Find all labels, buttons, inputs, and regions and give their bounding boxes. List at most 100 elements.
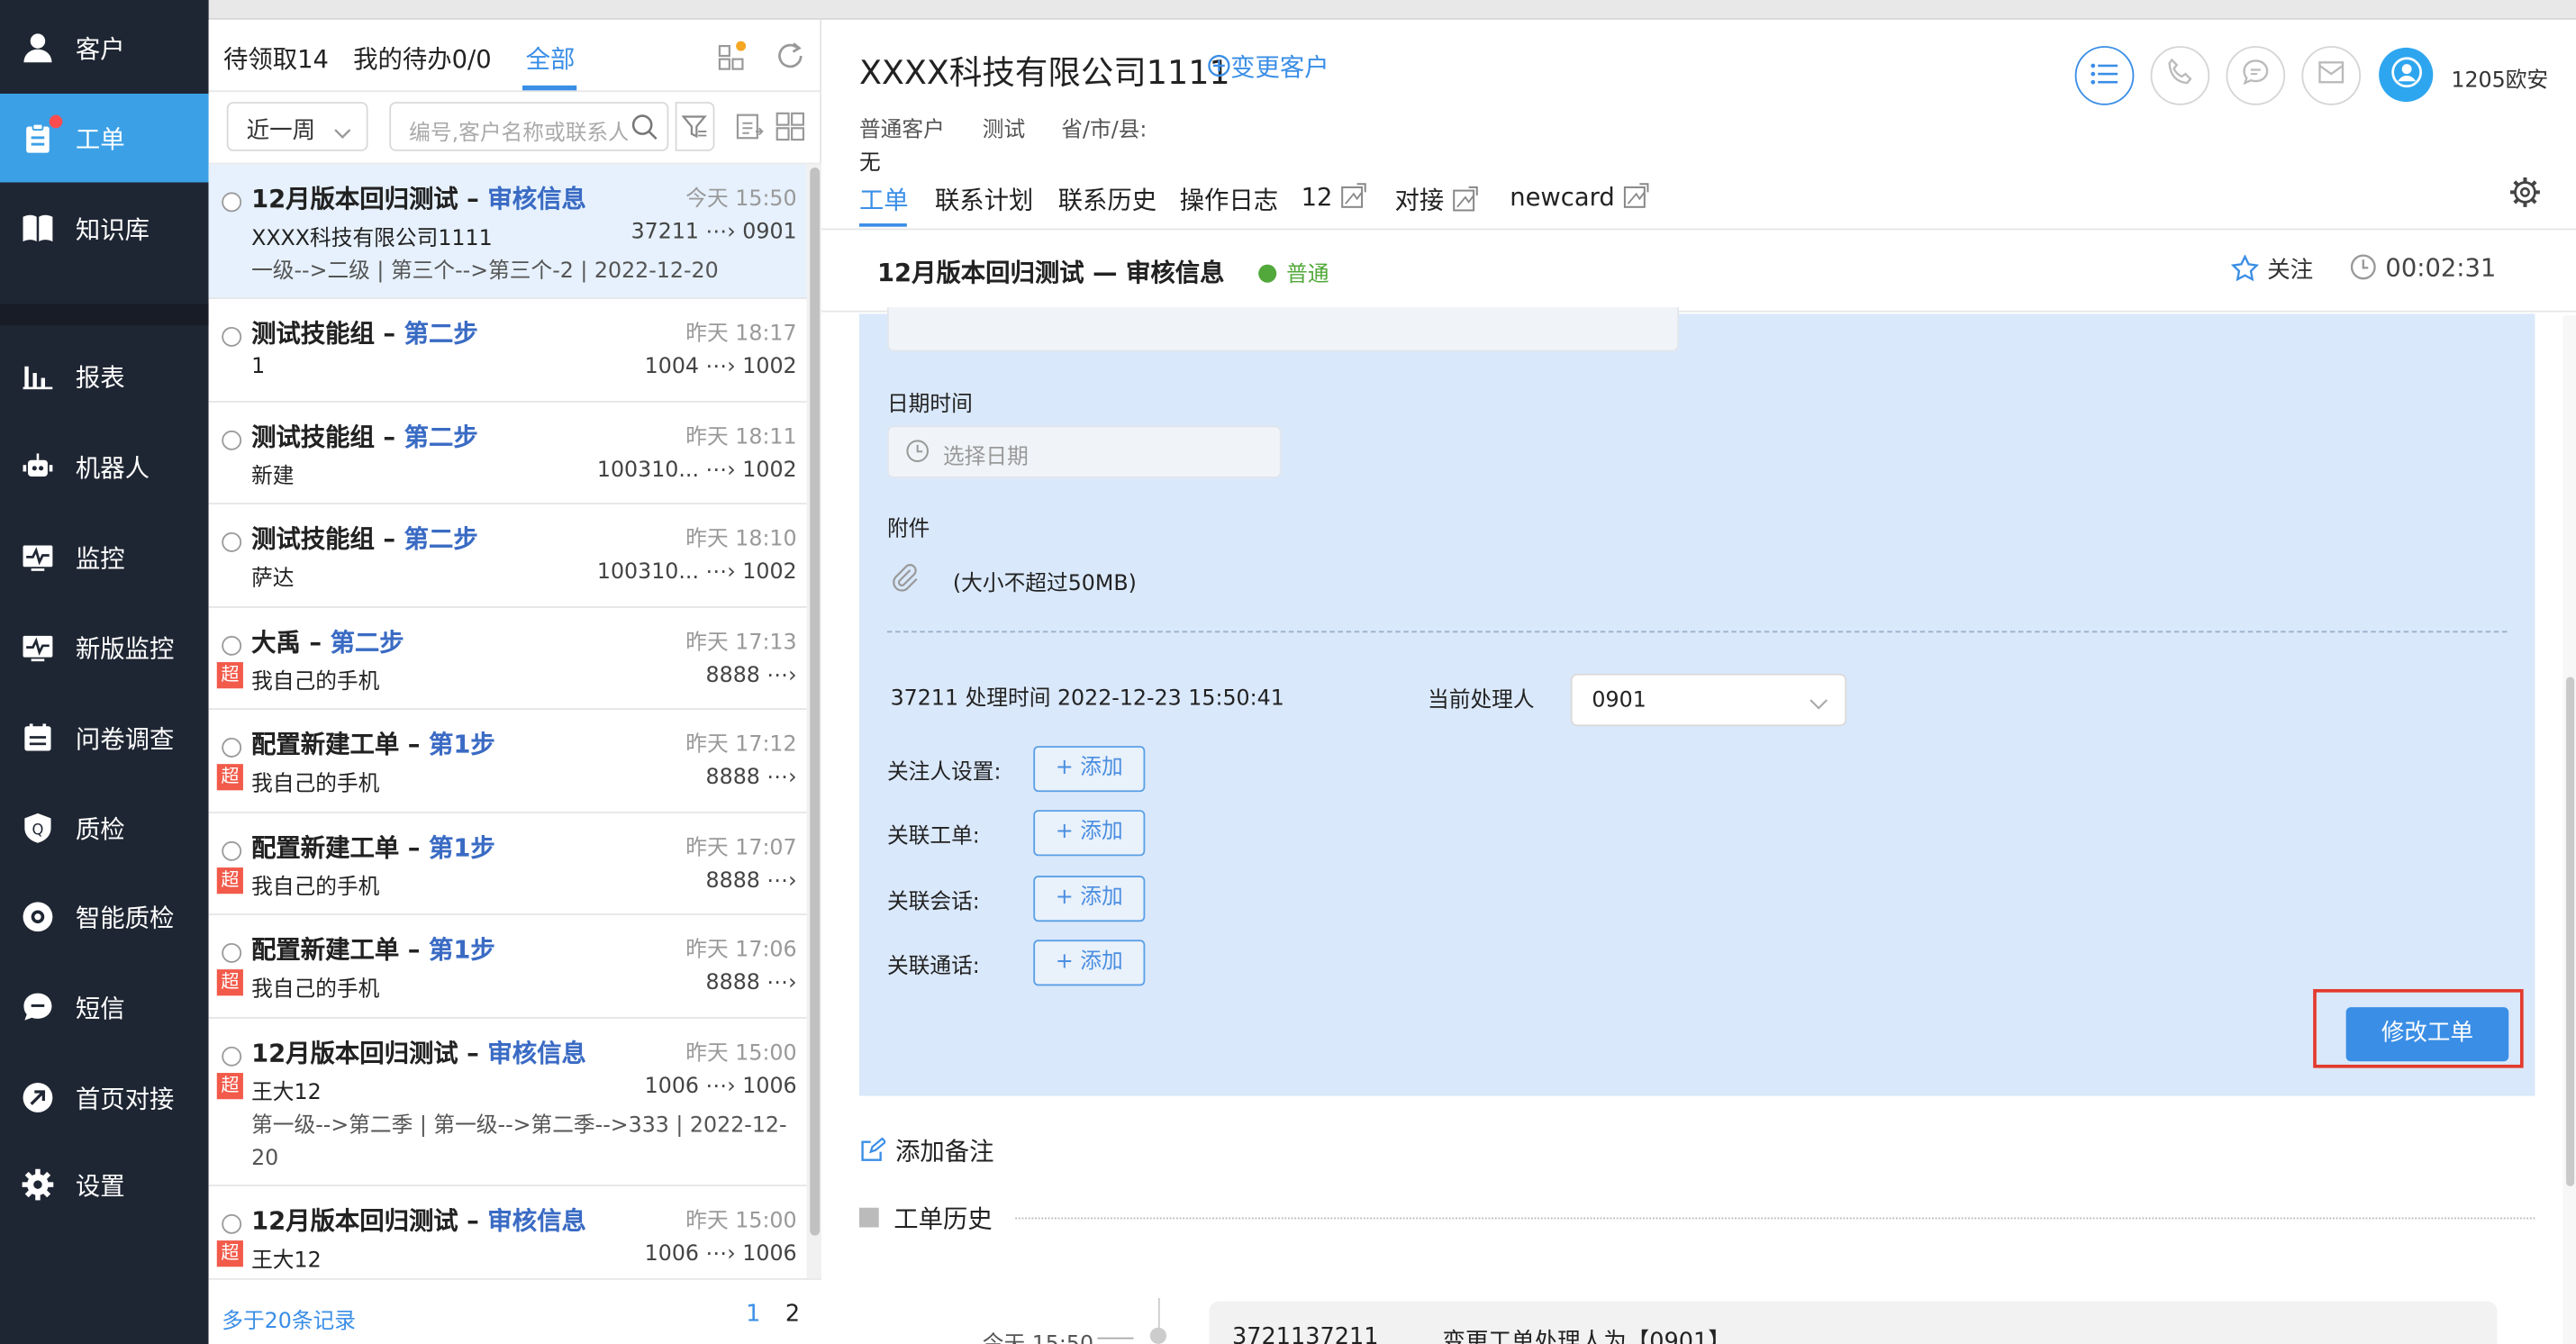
list-item[interactable]: 配置新建工单 – 第1步 昨天 17:07 超 我自己的手机 8888 ⋯› <box>208 813 807 915</box>
monitor-icon <box>0 513 76 601</box>
list-item[interactable]: 测试技能组 – 第二步 昨天 18:10 萨达 100310... ⋯› 100… <box>208 504 807 608</box>
clipboard-icon <box>0 94 76 182</box>
list-view-button[interactable] <box>2074 46 2135 105</box>
call-button[interactable] <box>2150 46 2210 105</box>
tab-integration[interactable]: 对接 <box>1395 182 1479 216</box>
tab-operation-log[interactable]: 操作日志 <box>1180 182 1278 216</box>
text-field[interactable] <box>886 307 1680 352</box>
add-follower-button[interactable]: + 添加 <box>1033 746 1146 793</box>
sidebar-item-customer[interactable]: 客户 <box>0 4 209 92</box>
quality-check-icon: Q <box>0 784 76 872</box>
sidebar-item-robot[interactable]: 机器人 <box>0 422 209 511</box>
tab-my-todo[interactable]: 我的待办0/0 <box>353 41 491 76</box>
sidebar-item-report[interactable]: 报表 <box>0 331 209 420</box>
main-scrollbar-thumb[interactable] <box>2566 677 2575 1186</box>
filter-button[interactable] <box>675 102 715 151</box>
item-title: 配置新建工单 – 第1步 <box>251 934 495 965</box>
highlight-box: 修改工单 <box>2313 989 2524 1068</box>
sidebar-item-survey[interactable]: 问卷调查 <box>0 694 209 782</box>
overdue-badge: 超 <box>216 1240 243 1267</box>
sidebar-item-knowledge[interactable]: 知识库 <box>0 184 209 272</box>
sidebar-item-sms[interactable]: 短信 <box>0 963 209 1051</box>
item-radio[interactable] <box>222 531 242 552</box>
sidebar-item-quality[interactable]: Q 质检 <box>0 784 209 872</box>
search-icon[interactable] <box>627 113 659 149</box>
add-related-call-button[interactable]: + 添加 <box>1033 940 1146 986</box>
page-2[interactable]: 2 <box>785 1302 800 1328</box>
add-related-session-button[interactable]: + 添加 <box>1033 876 1146 922</box>
item-title: 测试技能组 – 第二步 <box>251 523 478 554</box>
tab-newcard[interactable]: newcard <box>1510 182 1648 212</box>
list-item[interactable]: 测试技能组 – 第二步 昨天 18:11 新建 100310... ⋯› 100… <box>208 403 807 504</box>
priority-badge: 普通 <box>1258 257 1329 287</box>
tab-ticket[interactable]: 工单 <box>859 182 909 216</box>
date-picker[interactable]: 选择日期 <box>886 425 1282 478</box>
item-flow: 1006 ⋯› 1006 <box>644 1074 797 1100</box>
sidebar-item-settings[interactable]: 设置 <box>0 1140 209 1229</box>
item-customer: 王大12 <box>251 1249 322 1274</box>
sidebar-item-monitor[interactable]: 监控 <box>0 513 209 601</box>
tab-to-claim[interactable]: 待领取14 <box>223 41 329 76</box>
sidebar-item-ticket[interactable]: 工单 <box>0 93 209 183</box>
export-icon[interactable] <box>734 112 764 148</box>
modify-ticket-button[interactable]: 修改工单 <box>2345 1007 2509 1062</box>
search-input[interactable]: 编号,客户名称或联系人 <box>389 102 669 151</box>
list-item[interactable]: 12月版本回归测试 – 审核信息 昨天 15:00 超 王大12 1006 ⋯›… <box>208 1019 807 1186</box>
date-label: 日期时间 <box>886 392 973 418</box>
item-radio[interactable] <box>222 326 242 347</box>
list-item[interactable]: 测试技能组 – 第二步 昨天 18:17 1 1004 ⋯› 1002 <box>208 299 807 403</box>
item-radio[interactable] <box>222 942 242 963</box>
follower-setting-label: 关注人设置: <box>886 760 1002 786</box>
tab-contact-plan[interactable]: 联系计划 <box>935 182 1033 216</box>
item-radio[interactable] <box>222 840 242 861</box>
change-customer-link[interactable]: 变更客户 <box>1208 50 1329 84</box>
period-select[interactable]: 近一周 <box>226 102 368 151</box>
username[interactable]: 1205欧安 <box>2451 62 2548 94</box>
list-item[interactable]: 12月版本回归测试 – 审核信息 今天 15:50 XXXX科技有限公司1111… <box>208 164 807 299</box>
add-note-button[interactable]: 添加备注 <box>859 1134 994 1168</box>
item-flow: 8888 ⋯› <box>705 663 797 689</box>
ticket-list-panel: 待领取14 我的待办0/0 全部 近一周 编号,客户名称或联系人 12月版本回归… <box>208 19 821 1344</box>
list-scrollbar-thumb[interactable] <box>810 168 821 1236</box>
follow-button[interactable]: 关注 <box>2230 253 2313 286</box>
user-avatar-icon <box>2390 55 2422 95</box>
item-radio[interactable] <box>222 1046 242 1067</box>
sidebar-item-homepage-link[interactable]: 首页对接 <box>0 1053 209 1141</box>
date-placeholder: 选择日期 <box>942 445 1029 470</box>
settings-gear-icon[interactable] <box>2508 176 2541 208</box>
item-radio[interactable] <box>222 635 242 656</box>
page-1[interactable]: 1 <box>746 1302 760 1328</box>
chat-button[interactable] <box>2226 46 2286 105</box>
list-item[interactable]: 配置新建工单 – 第1步 昨天 17:06 超 我自己的手机 8888 ⋯› <box>208 915 807 1019</box>
sidebar-item-label: 机器人 <box>75 452 150 483</box>
avatar[interactable] <box>2379 47 2434 103</box>
add-related-ticket-button[interactable]: + 添加 <box>1033 810 1146 857</box>
top-strip <box>208 0 2576 20</box>
item-radio[interactable] <box>222 1213 242 1234</box>
sidebar-item-label: 工单 <box>75 123 125 154</box>
item-radio[interactable] <box>222 192 242 213</box>
tab-all[interactable]: 全部 <box>526 41 576 76</box>
tab-contact-history[interactable]: 联系历史 <box>1058 182 1156 216</box>
list-item[interactable]: 12月版本回归测试 – 审核信息 昨天 15:00 超 王大12 1006 ⋯›… <box>209 1186 807 1278</box>
tab-12[interactable]: 12 <box>1302 182 1367 212</box>
sidebar-item-smart-quality[interactable]: 智能质检 <box>0 873 209 961</box>
refresh-icon[interactable] <box>774 40 806 79</box>
grid-view-icon[interactable] <box>776 112 805 148</box>
sidebar-item-monitor-new[interactable]: 新版监控 <box>0 603 209 691</box>
current-handler-select[interactable]: 0901 <box>1570 673 1847 727</box>
item-radio[interactable] <box>222 737 242 758</box>
sidebar-separator <box>0 304 209 326</box>
list-item[interactable]: 配置新建工单 – 第1步 昨天 17:12 超 我自己的手机 8888 ⋯› <box>208 710 807 813</box>
email-button[interactable] <box>2301 46 2362 105</box>
sidebar-item-label: 新版监控 <box>75 633 175 663</box>
layout-icon[interactable] <box>718 41 748 77</box>
overdue-badge: 超 <box>216 969 243 996</box>
item-flow: 8888 ⋯› <box>705 868 797 894</box>
paperclip-icon[interactable] <box>887 560 920 600</box>
more-records-link[interactable]: 多于20条记录 <box>222 1303 356 1334</box>
item-radio[interactable] <box>222 430 242 450</box>
list-item[interactable]: 大禹 – 第二步 昨天 17:13 超 我自己的手机 8888 ⋯› <box>208 608 807 710</box>
region-value: 无 <box>858 150 881 177</box>
current-handler-label: 当前处理人 <box>1428 688 1535 713</box>
